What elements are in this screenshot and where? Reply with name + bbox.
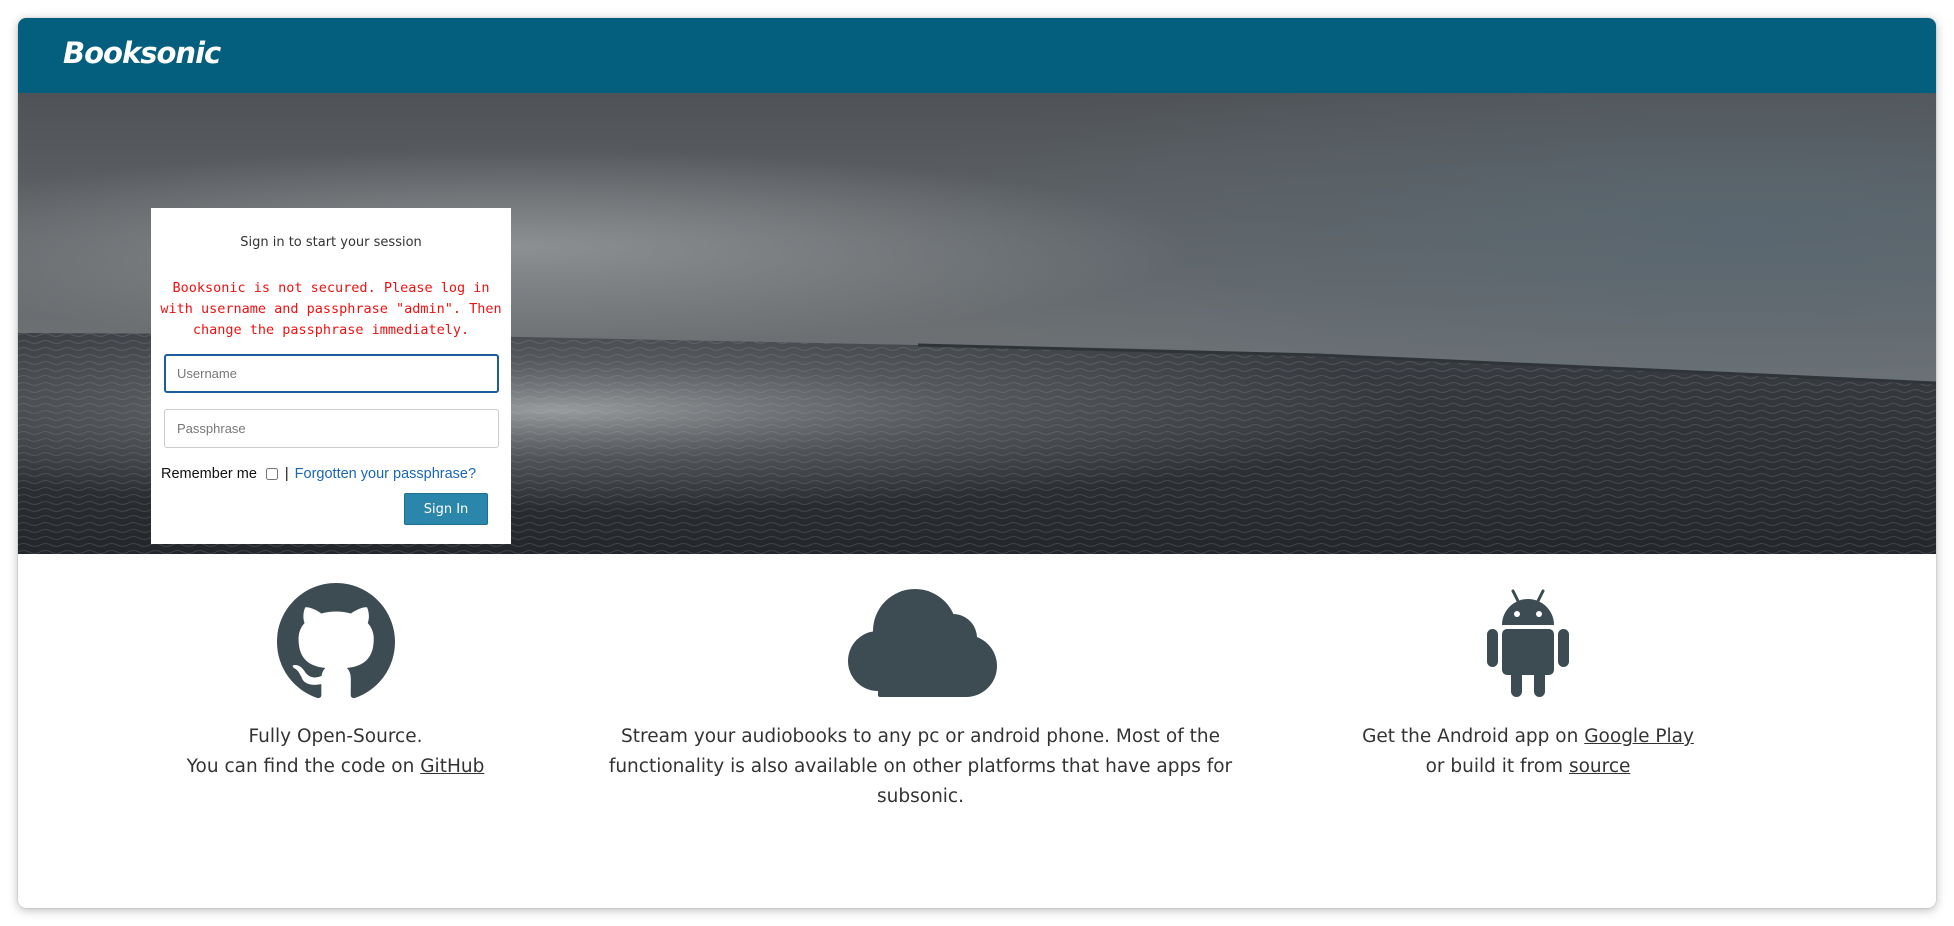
security-warning: Booksonic is not secured. Please log in … [160,280,502,338]
feature-android: Get the Android app on Google Play or bu… [1293,583,1763,782]
source-link[interactable]: source [1569,756,1630,777]
android-icon [1487,589,1569,697]
feature-open-source: Fully Open-Source. You can find the code… [118,583,553,782]
top-navbar: Booksonic [18,18,1936,93]
github-icon [276,583,395,699]
cloud-icon [847,589,997,697]
remember-me-checkbox[interactable] [265,468,278,480]
separator: | [284,466,289,482]
streaming-text: Stream your audiobooks to any pc or andr… [608,726,1233,807]
open-source-text: Fully Open-Source. You can find the code… [118,722,553,782]
open-source-line2-prefix: You can find the code on [186,756,421,777]
remember-row: Remember me | Forgotten your passphrase? [161,466,476,482]
login-title: Sign in to start your session [240,235,422,250]
forgot-passphrase-link[interactable]: Forgotten your passphrase? [295,466,476,482]
open-source-line1: Fully Open-Source. [248,726,423,747]
remember-me-label: Remember me [161,466,257,482]
android-text: Get the Android app on Google Play or bu… [1293,722,1763,782]
android-line1-prefix: Get the Android app on [1362,726,1585,747]
passphrase-input[interactable] [164,409,499,448]
android-line2: or build it from source [1293,752,1763,782]
github-link[interactable]: GitHub [420,756,484,777]
feature-streaming: Stream your audiobooks to any pc or andr… [608,583,1233,812]
login-panel: Sign in to start your session Booksonic … [151,208,511,544]
google-play-link[interactable]: Google Play [1584,726,1694,747]
browser-window: Booksonic Sign in to start your session … [18,18,1936,908]
username-input[interactable] [164,354,499,393]
android-line1: Get the Android app on Google Play [1293,722,1763,752]
sign-in-button[interactable]: Sign In [404,493,488,525]
brand-logo[interactable]: Booksonic [63,36,221,70]
android-line2-prefix: or build it from [1425,756,1569,777]
open-source-line2: You can find the code on GitHub [118,752,553,782]
